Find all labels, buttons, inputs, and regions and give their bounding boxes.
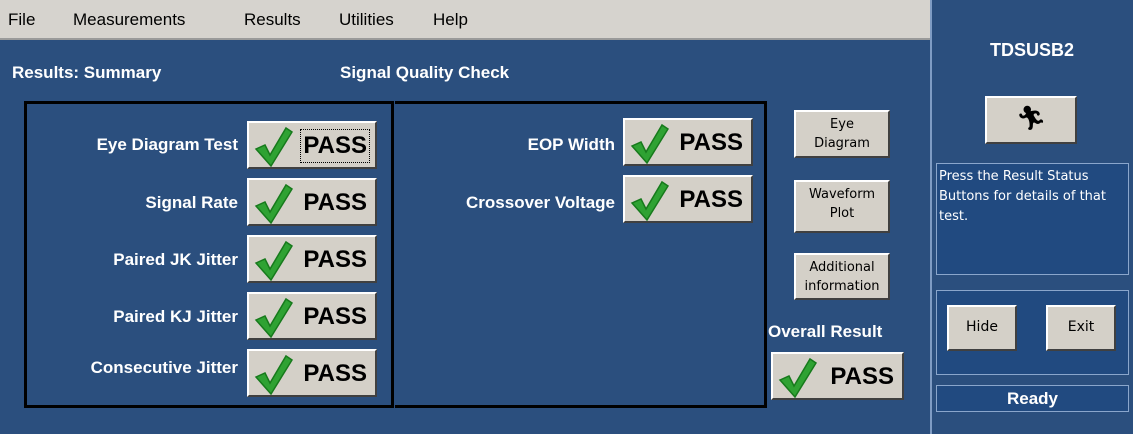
pass-text: PASS — [300, 129, 370, 163]
check-icon — [778, 357, 817, 399]
pass-button-signal-rate[interactable]: PASS — [247, 178, 377, 226]
overall-result-label: Overall Result — [768, 322, 883, 341]
check-icon — [254, 297, 293, 339]
pass-text: PASS — [830, 363, 894, 390]
running-man-icon: 🏃︎ — [1015, 105, 1047, 132]
run-button[interactable]: 🏃︎ — [985, 96, 1077, 144]
exit-button[interactable]: Exit — [1046, 305, 1116, 351]
pass-text: PASS — [303, 303, 367, 330]
waveform-plot-label-line2: Plot — [829, 206, 855, 221]
menu-help[interactable]: Help — [433, 10, 468, 30]
pass-button-eye-diagram[interactable]: PASS — [247, 121, 377, 169]
pass-button-paired-jk-jitter[interactable]: PASS — [247, 235, 377, 283]
overall-result-button[interactable]: PASS — [771, 352, 904, 400]
sidebar: TDSUSB2 🏃︎ Press the Result Status Butto… — [930, 0, 1133, 434]
check-icon — [254, 240, 293, 282]
check-icon — [630, 123, 669, 165]
pass-text: PASS — [303, 246, 367, 273]
waveform-plot-button[interactable]: Waveform Plot — [794, 180, 890, 233]
pass-button-consecutive-jitter[interactable]: PASS — [247, 349, 377, 397]
additional-info-label-line2: information — [804, 279, 880, 294]
pass-button-crossover-voltage[interactable]: PASS — [623, 175, 753, 223]
status-bar: Ready — [936, 385, 1129, 412]
check-icon — [254, 183, 293, 225]
eye-diagram-label-line1: Eye — [830, 117, 854, 132]
additional-info-label-line1: Additional — [809, 260, 875, 275]
eye-diagram-label-line2: Diagram — [814, 136, 870, 151]
eye-diagram-button[interactable]: Eye Diagram — [794, 110, 890, 158]
menu-measurements[interactable]: Measurements — [73, 10, 185, 30]
pass-text: PASS — [303, 360, 367, 387]
check-icon — [254, 354, 293, 396]
check-icon — [630, 180, 669, 222]
results-title: Results: Summary — [12, 63, 162, 82]
hide-button[interactable]: Hide — [947, 305, 1017, 351]
signal-quality-title: Signal Quality Check — [340, 63, 510, 82]
test-label-eye-diagram: Eye Diagram Test — [96, 135, 238, 154]
test-label-paired-kj-jitter: Paired KJ Jitter — [113, 307, 238, 326]
info-box: Press the Result Status Buttons for deta… — [936, 163, 1129, 275]
menu-bar: File Measurements Results Utilities Help — [0, 0, 930, 40]
test-label-paired-jk-jitter: Paired JK Jitter — [113, 250, 238, 269]
test-label-eop-width: EOP Width — [527, 135, 615, 154]
test-label-consecutive-jitter: Consecutive Jitter — [90, 358, 238, 377]
test-label-signal-rate: Signal Rate — [145, 193, 238, 212]
menu-results[interactable]: Results — [244, 10, 301, 30]
button-group: Hide Exit — [936, 290, 1129, 375]
app-title: TDSUSB2 — [989, 40, 1074, 60]
check-icon — [254, 126, 293, 168]
waveform-plot-label-line1: Waveform — [809, 187, 875, 202]
test-label-crossover-voltage: Crossover Voltage — [466, 193, 615, 212]
pass-text: PASS — [679, 129, 743, 156]
pass-button-paired-kj-jitter[interactable]: PASS — [247, 292, 377, 340]
pass-text: PASS — [679, 186, 743, 213]
additional-information-button[interactable]: Additional information — [794, 253, 890, 300]
pass-text: PASS — [303, 189, 367, 216]
menu-file[interactable]: File — [8, 10, 35, 30]
pass-button-eop-width[interactable]: PASS — [623, 118, 753, 166]
menu-utilities[interactable]: Utilities — [339, 10, 394, 30]
